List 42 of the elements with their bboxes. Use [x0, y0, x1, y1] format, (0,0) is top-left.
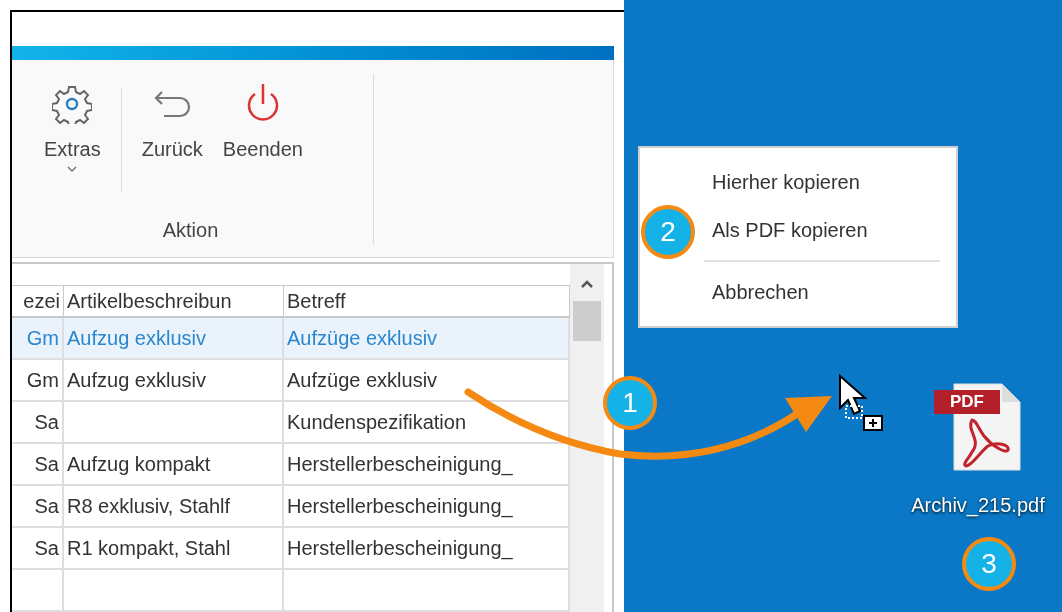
table-cell-text: Aufzug exklusiv [67, 326, 206, 351]
table-cell-text: Gm [26, 326, 59, 351]
table-row[interactable]: Sa Kundenspezifikation [12, 402, 570, 444]
pdf-file-icon[interactable] [932, 380, 1024, 472]
ribbon-button[interactable]: Beenden [212, 74, 313, 162]
table-cell-text: Sa [34, 410, 59, 435]
table-cell-text: Aufzug exklusiv [67, 368, 206, 393]
table-cell-text: R1 kompakt, Stahl [67, 536, 231, 561]
table-cell-text: Aufzüge exklusiv [287, 368, 438, 393]
table-row[interactable]: Gm Aufzug exklusiv Aufzüge exklusiv [12, 318, 570, 360]
table-cell-text: Aufzug kompakt [67, 452, 211, 477]
scrollbar-thumb[interactable] [573, 301, 601, 341]
table-cell-text: Sa [34, 536, 59, 561]
menu-item[interactable]: Als PDF kopieren [706, 206, 944, 254]
table-cell-text: R8 exklusiv, Stahlf [67, 494, 231, 519]
table-cell-text: Aufzüge exklusiv [287, 326, 438, 351]
table-row[interactable]: Sa R8 exklusiv, Stahlf Herstellerbescheinigung_ [12, 486, 570, 528]
table-row[interactable] [12, 570, 570, 612]
column-header[interactable]: ezei [12, 286, 64, 316]
scrollbar[interactable] [570, 264, 604, 612]
menu-item[interactable]: Hierher kopieren [706, 158, 944, 206]
table-cell-text: Herstellerbescheinigung_ [287, 452, 513, 478]
scroll-up-icon[interactable] [580, 280, 594, 289]
ribbon-group-label: Aktion [162, 218, 219, 243]
table-row[interactable]: Sa Aufzug kompakt Herstellerbescheinigung_ [12, 444, 570, 486]
table-cell-text: Kundenspezifikation [287, 410, 466, 435]
table-cell-text: Sa [34, 452, 59, 477]
settings-icon [52, 84, 93, 124]
drag-copy-cursor-icon [838, 374, 886, 432]
table-row[interactable]: Sa R1 kompakt, Stahl Herstellerbescheinigung_ [12, 528, 570, 570]
ribbon-button[interactable]: Extras [34, 74, 111, 172]
table-cell-text: Sa [34, 494, 59, 519]
file-type-label: PDF [949, 391, 985, 413]
table-cell-text: Herstellerbescheinigung_ [287, 536, 513, 562]
column-header[interactable]: Artikelbeschreibun [64, 286, 284, 316]
table-cell-text: Gm [26, 368, 59, 393]
ribbon-button[interactable]: Zurück [131, 74, 213, 162]
menu-item[interactable]: Abbrechen [706, 268, 944, 316]
back-arrow-icon [152, 88, 193, 120]
file-name-label[interactable]: Archiv_215.pdf [911, 490, 1045, 520]
table-row[interactable]: Gm Aufzug exklusiv Aufzüge exklusiv [12, 360, 570, 402]
table-cell-text: Herstellerbescheinigung_ [287, 494, 513, 520]
